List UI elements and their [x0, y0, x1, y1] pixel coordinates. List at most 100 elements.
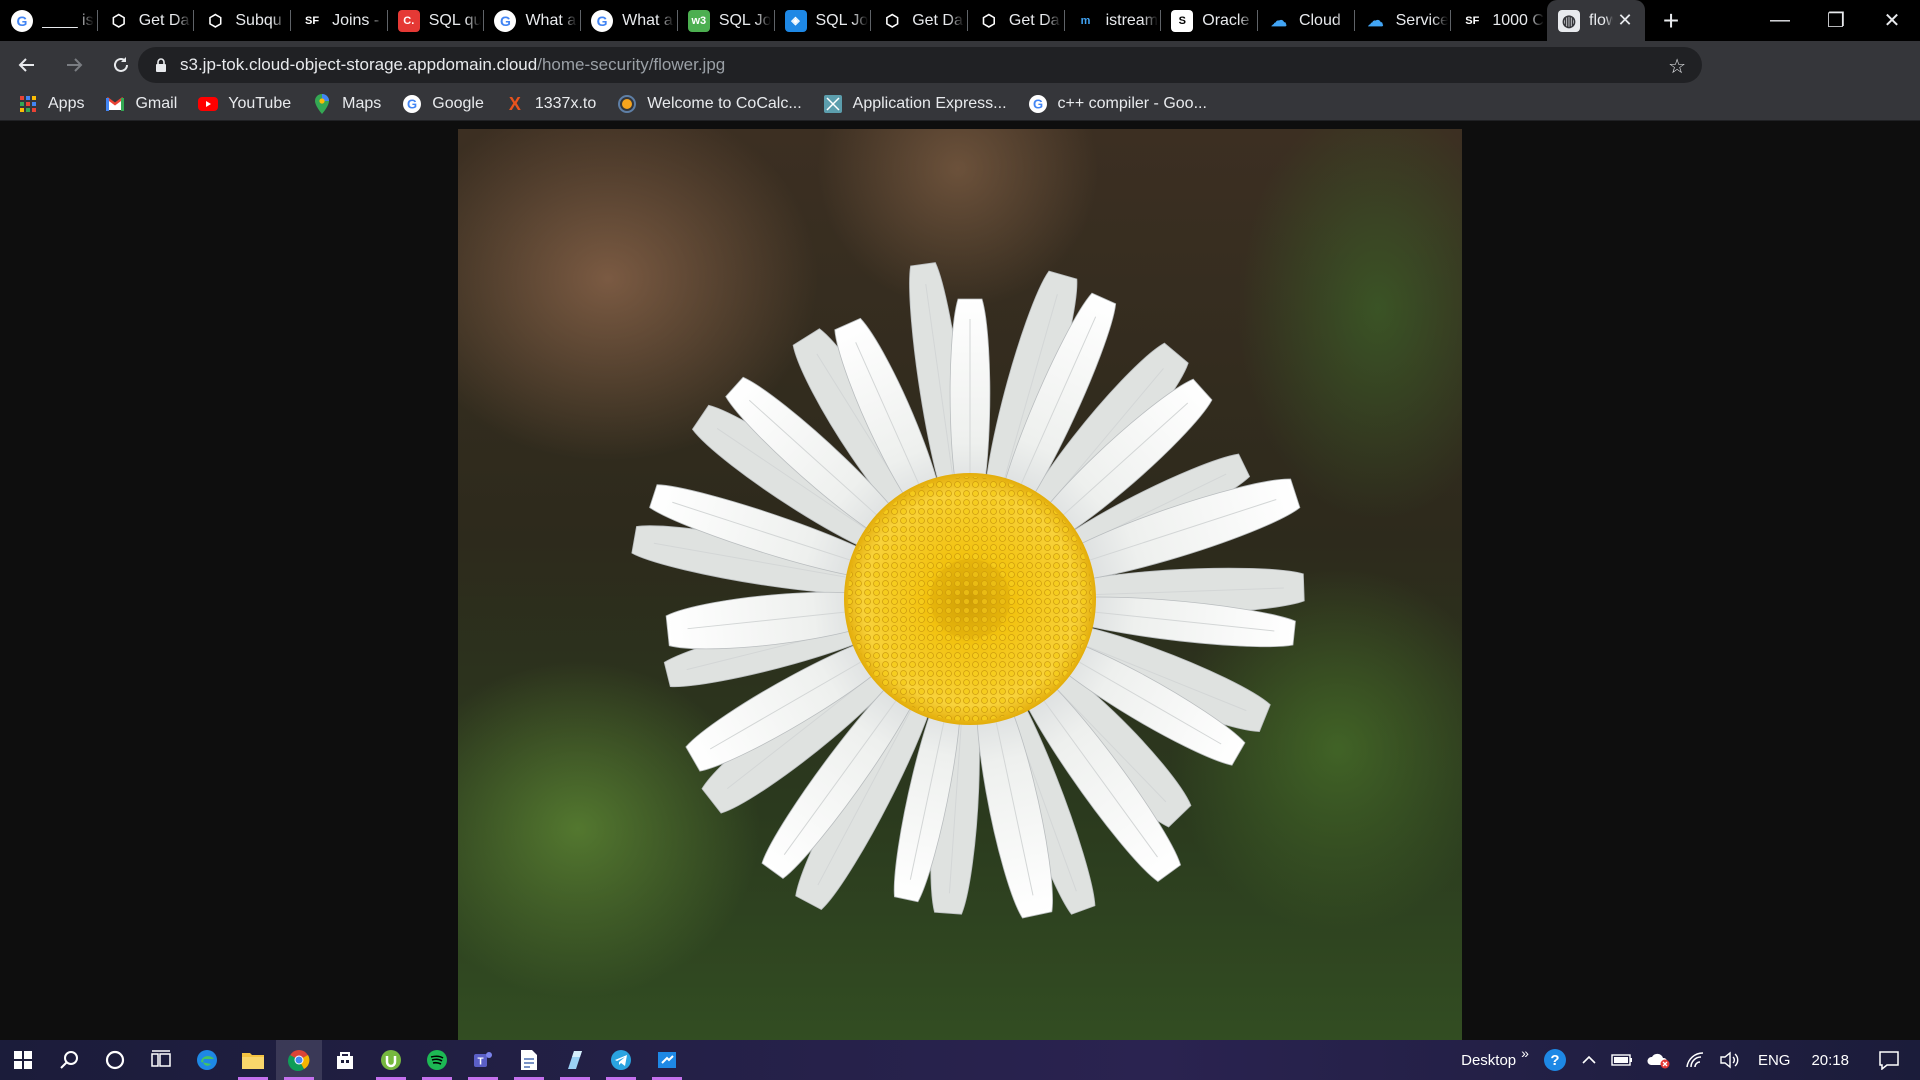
- browser-tab[interactable]: ⬡ Subqu: [193, 0, 290, 41]
- bookmark-item[interactable]: Gmail: [105, 94, 177, 114]
- browser-tab[interactable]: m istream: [1063, 0, 1161, 41]
- svg-text:G: G: [407, 97, 417, 112]
- taskbar-spotify[interactable]: [414, 1040, 460, 1080]
- browser-tab[interactable]: S Oracle: [1160, 0, 1257, 41]
- svg-text:G: G: [1032, 97, 1042, 112]
- volume-icon[interactable]: [1719, 1051, 1739, 1069]
- tab-strip: G ____ is ⬡ Get Da ⬡ Subqu SF Joins - C. SQL qu G W…: [0, 0, 1920, 41]
- tab-title: SQL qu: [428, 11, 481, 29]
- bookmark-item[interactable]: Maps: [312, 94, 381, 114]
- tab-title: Get Da: [1008, 11, 1060, 29]
- taskbar-file-explorer[interactable]: [230, 1040, 276, 1080]
- browser-tab[interactable]: ◍ flow ✕: [1547, 0, 1645, 41]
- teams-icon: T: [474, 1052, 492, 1068]
- spotify-icon: [427, 1050, 447, 1070]
- bookmark-label: Apps: [48, 95, 85, 112]
- youtube-icon: [198, 94, 219, 114]
- back-button[interactable]: [7, 45, 47, 85]
- task-view-button[interactable]: [138, 1040, 184, 1080]
- browser-tab[interactable]: ◈ SQL Jo: [773, 0, 871, 41]
- daisy-illustration: [631, 262, 1305, 919]
- browser-tab[interactable]: C. SQL qu: [386, 0, 484, 41]
- bookmark-item[interactable]: X 1337x.to: [505, 94, 596, 114]
- browser-tab[interactable]: w3 SQL Jo: [676, 0, 774, 41]
- address-bar[interactable]: s3.jp-tok.cloud-object-storage.appdomain…: [138, 47, 1702, 83]
- bookmark-item[interactable]: YouTube: [198, 94, 291, 114]
- browser-tab[interactable]: SF Joins -: [290, 0, 387, 41]
- close-window-button[interactable]: ✕: [1864, 0, 1920, 41]
- onedrive-error-icon[interactable]: [1647, 1051, 1671, 1069]
- notification-center-icon[interactable]: [1878, 1050, 1900, 1070]
- cloud-icon: ☁: [1270, 12, 1287, 30]
- tab-title: What a: [622, 11, 673, 29]
- taskbar-teams[interactable]: T: [460, 1040, 506, 1080]
- tab-title: What a: [525, 11, 577, 29]
- bookmark-item[interactable]: G Google: [402, 94, 484, 114]
- taskbar-utorrent[interactable]: [368, 1040, 414, 1080]
- chevron-double-icon[interactable]: »: [1521, 1045, 1529, 1061]
- wifi-icon[interactable]: [1685, 1051, 1705, 1069]
- browser-tab[interactable]: ⬡ Get Da: [96, 0, 194, 41]
- svg-text:T: T: [477, 1057, 483, 1068]
- restore-button[interactable]: ❐: [1808, 0, 1864, 41]
- bookmark-label: YouTube: [228, 95, 292, 112]
- browser-tab[interactable]: ☁ Cloud: [1256, 0, 1354, 41]
- lock-icon[interactable]: [154, 58, 168, 72]
- browser-tab[interactable]: ⬡ Get Da: [870, 0, 967, 41]
- bookmark-label: Application Express...: [852, 95, 1007, 112]
- bookmark-item[interactable]: Gc++ compiler - Goo...: [1028, 94, 1207, 114]
- bookmark-item[interactable]: Apps: [18, 94, 84, 114]
- svg-text:?: ?: [1550, 1052, 1559, 1069]
- language-indicator[interactable]: ENG: [1758, 1052, 1791, 1069]
- windows-logo-icon: [14, 1051, 32, 1069]
- back-arrow-icon: [18, 57, 34, 72]
- taskbar-notes-app[interactable]: [552, 1040, 598, 1080]
- taskbar-document-app[interactable]: [506, 1040, 552, 1080]
- browser-tab[interactable]: G ____ is: [0, 0, 97, 41]
- hackerrank-icon: ⬡: [111, 12, 126, 30]
- taskbar-edge[interactable]: [184, 1040, 230, 1080]
- close-tab-icon[interactable]: ✕: [1615, 10, 1635, 30]
- google-icon: G: [402, 94, 422, 114]
- browser-tab[interactable]: SF 1000 C: [1450, 0, 1547, 41]
- browser-tab[interactable]: G What a: [580, 0, 677, 41]
- taskbar-remote-app[interactable]: [644, 1040, 690, 1080]
- clock[interactable]: 20:18: [1811, 1052, 1849, 1069]
- apex-icon: [823, 94, 843, 114]
- search-button[interactable]: [46, 1040, 92, 1080]
- maps-pin-icon: [312, 94, 332, 114]
- reload-button[interactable]: [101, 45, 141, 85]
- remote-desktop-icon: [658, 1052, 676, 1068]
- forward-button[interactable]: [54, 45, 94, 85]
- globe-icon: ◍: [1558, 9, 1580, 32]
- tab-title: Cloud: [1298, 11, 1341, 29]
- folder-icon: [242, 1053, 264, 1069]
- browser-toolbar: s3.jp-tok.cloud-object-storage.appdomain…: [0, 41, 1920, 118]
- tab-title: Oracle: [1202, 11, 1250, 29]
- telegram-icon: [611, 1050, 631, 1070]
- minimize-button[interactable]: —: [1752, 0, 1808, 41]
- new-tab-button[interactable]: +: [1645, 0, 1697, 41]
- start-button[interactable]: [0, 1040, 46, 1080]
- bookmark-label: Maps: [342, 95, 382, 112]
- cortana-button[interactable]: [92, 1040, 138, 1080]
- desktop-toolbar-label[interactable]: Desktop: [1461, 1052, 1516, 1069]
- battery-icon[interactable]: [1611, 1054, 1633, 1066]
- google-icon: G: [1028, 94, 1048, 114]
- url-text[interactable]: s3.jp-tok.cloud-object-storage.appdomain…: [180, 55, 725, 75]
- show-hidden-icons-chevron-icon[interactable]: [1581, 1054, 1597, 1066]
- bookmark-star-icon[interactable]: ☆: [1668, 54, 1686, 79]
- taskbar-telegram[interactable]: [598, 1040, 644, 1080]
- bookmark-item[interactable]: Welcome to CoCalc...: [617, 94, 802, 114]
- windows-taskbar: T Desktop » ? ENG 20:18: [0, 1040, 1920, 1080]
- help-icon[interactable]: ?: [1543, 1048, 1567, 1072]
- browser-tab[interactable]: G What a: [483, 0, 580, 41]
- bookmark-item[interactable]: Application Express...: [823, 94, 1007, 114]
- browser-tab[interactable]: ⬡ Get Da: [966, 0, 1064, 41]
- taskbar-store[interactable]: [322, 1040, 368, 1080]
- bookmark-label: Gmail: [135, 95, 178, 112]
- w3-icon: w3: [687, 9, 710, 32]
- taskbar-chrome[interactable]: [276, 1040, 322, 1080]
- browser-tab[interactable]: ☁ Service: [1353, 0, 1451, 41]
- document-icon: [521, 1050, 537, 1070]
